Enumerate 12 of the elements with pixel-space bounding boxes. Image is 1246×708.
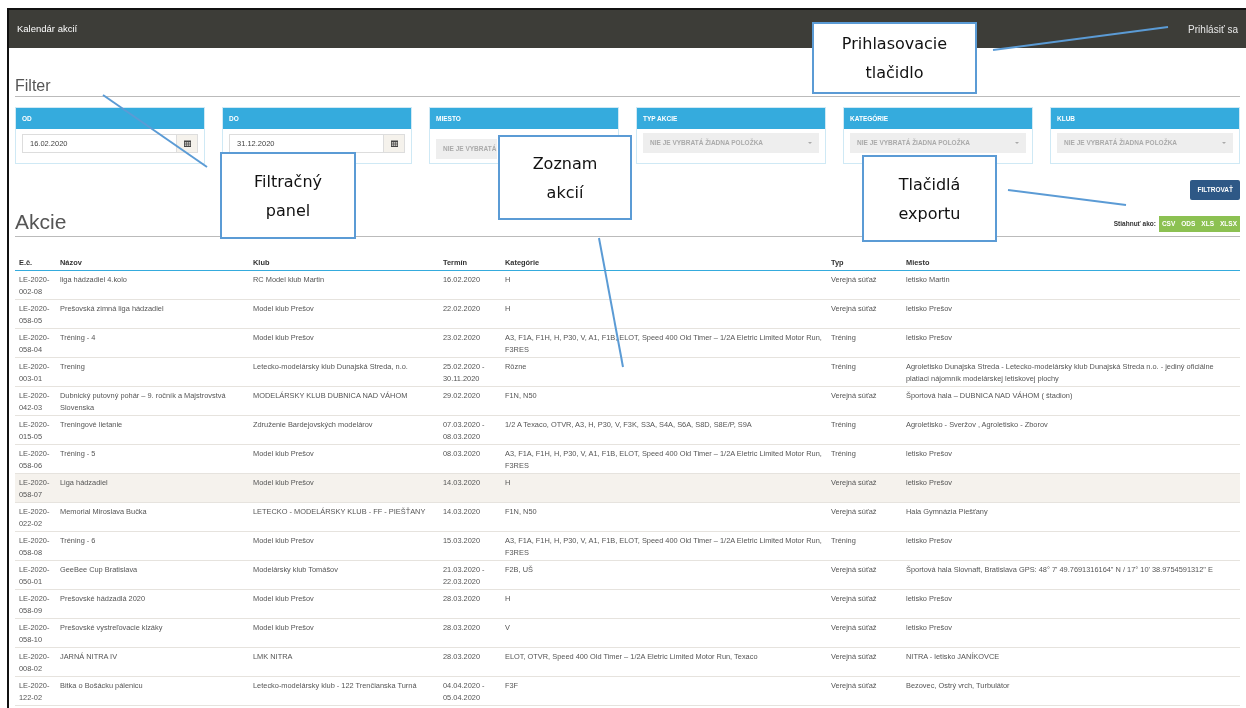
- caret-icon: [1015, 142, 1019, 144]
- callout-box: Prihlasovacie tlačidlo: [812, 22, 977, 94]
- callout-box: Tlačidlá exportu: [862, 155, 997, 242]
- callout-box: Filtračný panel: [220, 152, 356, 239]
- caret-icon: [1222, 142, 1226, 144]
- calendar-icon[interactable]: [390, 140, 398, 147]
- section-heading: Akcie: [15, 209, 67, 235]
- login-link[interactable]: Prihlásiť sa: [1188, 21, 1238, 37]
- callout-box: Zoznam akcií: [498, 135, 632, 220]
- app-title: Kalendár akcií: [17, 21, 78, 36]
- calendar-icon[interactable]: [183, 140, 191, 147]
- caret-icon: [808, 142, 812, 144]
